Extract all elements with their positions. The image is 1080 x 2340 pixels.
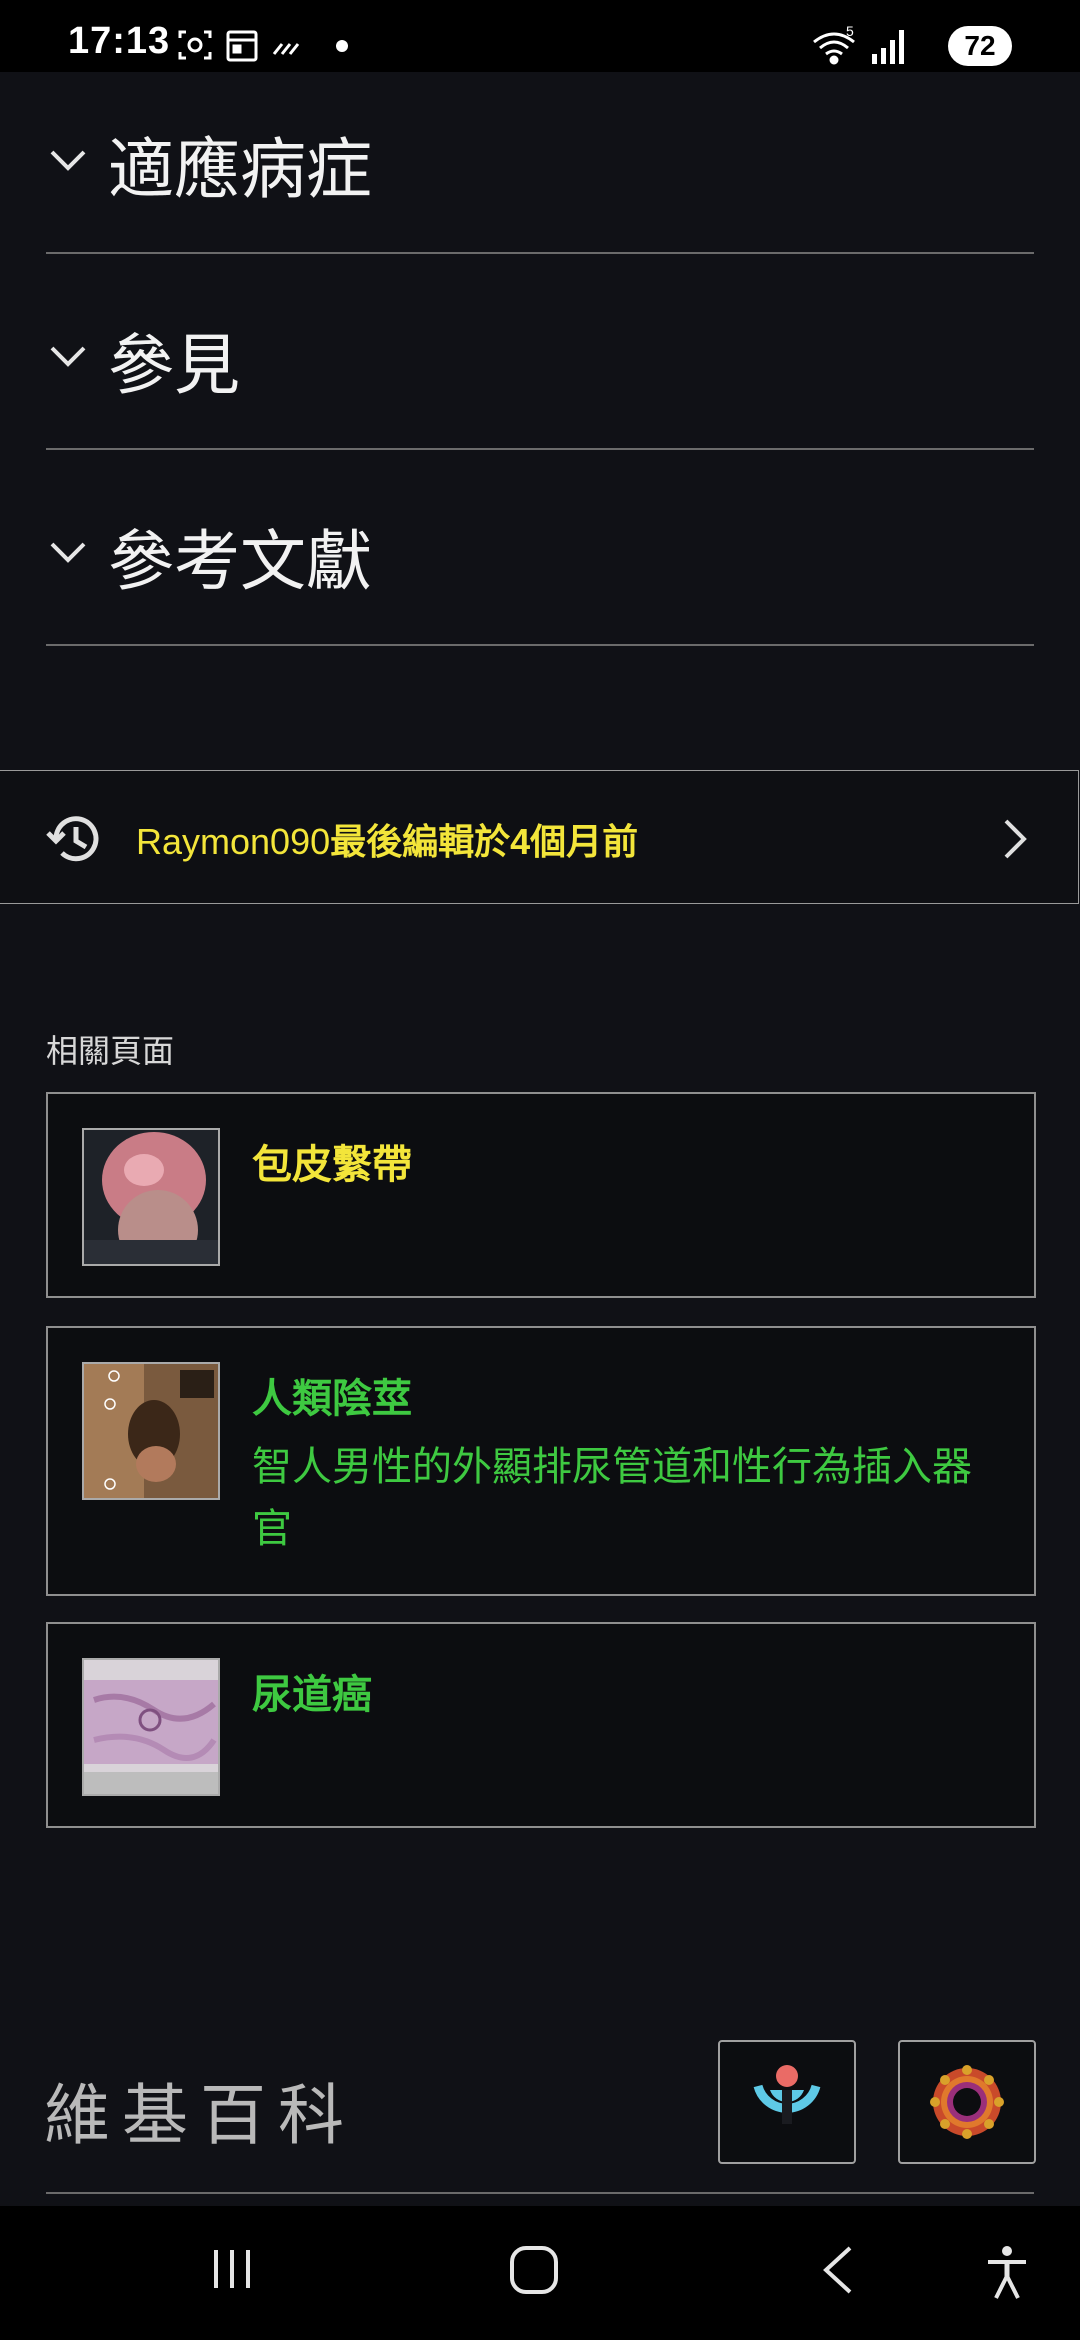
chevron-down-icon: [50, 150, 86, 171]
related-title: 尿道癌: [252, 1672, 372, 1718]
home-icon[interactable]: [508, 2244, 560, 2296]
recent-apps-icon[interactable]: [208, 2244, 258, 2294]
related-title: 包皮繫帶: [252, 1142, 412, 1188]
footer-divider: [46, 2192, 1034, 2194]
last-edited-label: 最後編輯於4個月前: [330, 821, 639, 862]
related-thumbnail: [82, 1658, 220, 1796]
accessibility-icon[interactable]: [984, 2244, 1030, 2300]
section-see-also[interactable]: 參見: [46, 254, 1034, 450]
section-title: 適應病症: [108, 131, 372, 208]
screenshot-icon: [178, 30, 212, 60]
svg-text:5: 5: [846, 24, 854, 39]
chevron-down-icon: [50, 346, 86, 367]
section-title: 參見: [108, 327, 240, 404]
back-icon[interactable]: [818, 2244, 858, 2296]
wikipedia-wordmark[interactable]: 維基百科: [44, 2062, 356, 2158]
history-icon: [46, 816, 99, 862]
system-navigation-bar: [0, 2206, 1080, 2340]
missed-call-icon: [272, 43, 300, 55]
section-indications[interactable]: 適應病症: [46, 58, 1034, 254]
mediawiki-sunflower-icon: [930, 2065, 1004, 2139]
dot-icon: [336, 40, 348, 52]
related-thumbnail: [82, 1362, 220, 1500]
chevron-down-icon: [50, 542, 86, 563]
wikimedia-logo-icon: [753, 2065, 821, 2124]
related-thumbnail: [82, 1128, 220, 1266]
related-title: 人類陰莖: [252, 1376, 412, 1422]
section-references[interactable]: 參考文獻: [46, 450, 1034, 646]
related-card-urethral-cancer[interactable]: 尿道癌: [46, 1622, 1036, 1828]
related-card-frenulum[interactable]: 包皮繫帶: [46, 1092, 1036, 1298]
calendar-icon: [226, 30, 258, 62]
wikimedia-foundation-button[interactable]: [718, 2040, 856, 2164]
status-time: 17:13: [68, 20, 171, 62]
related-description: 智人男性的外顯排尿管道和性行為插入器官: [252, 1444, 972, 1552]
section-title: 參考文獻: [108, 523, 372, 600]
last-edited-user[interactable]: Raymon090: [136, 821, 330, 862]
last-edited-bar[interactable]: Raymon090最後編輯於4個月前: [0, 770, 1079, 904]
related-card-human-penis[interactable]: 人類陰莖 智人男性的外顯排尿管道和性行為插入器官: [46, 1326, 1036, 1596]
last-edited-text: Raymon090最後編輯於4個月前: [136, 813, 638, 865]
chevron-right-icon: [1004, 819, 1027, 859]
mediawiki-button[interactable]: [898, 2040, 1036, 2164]
related-pages-heading: 相關頁面: [46, 1032, 175, 1070]
